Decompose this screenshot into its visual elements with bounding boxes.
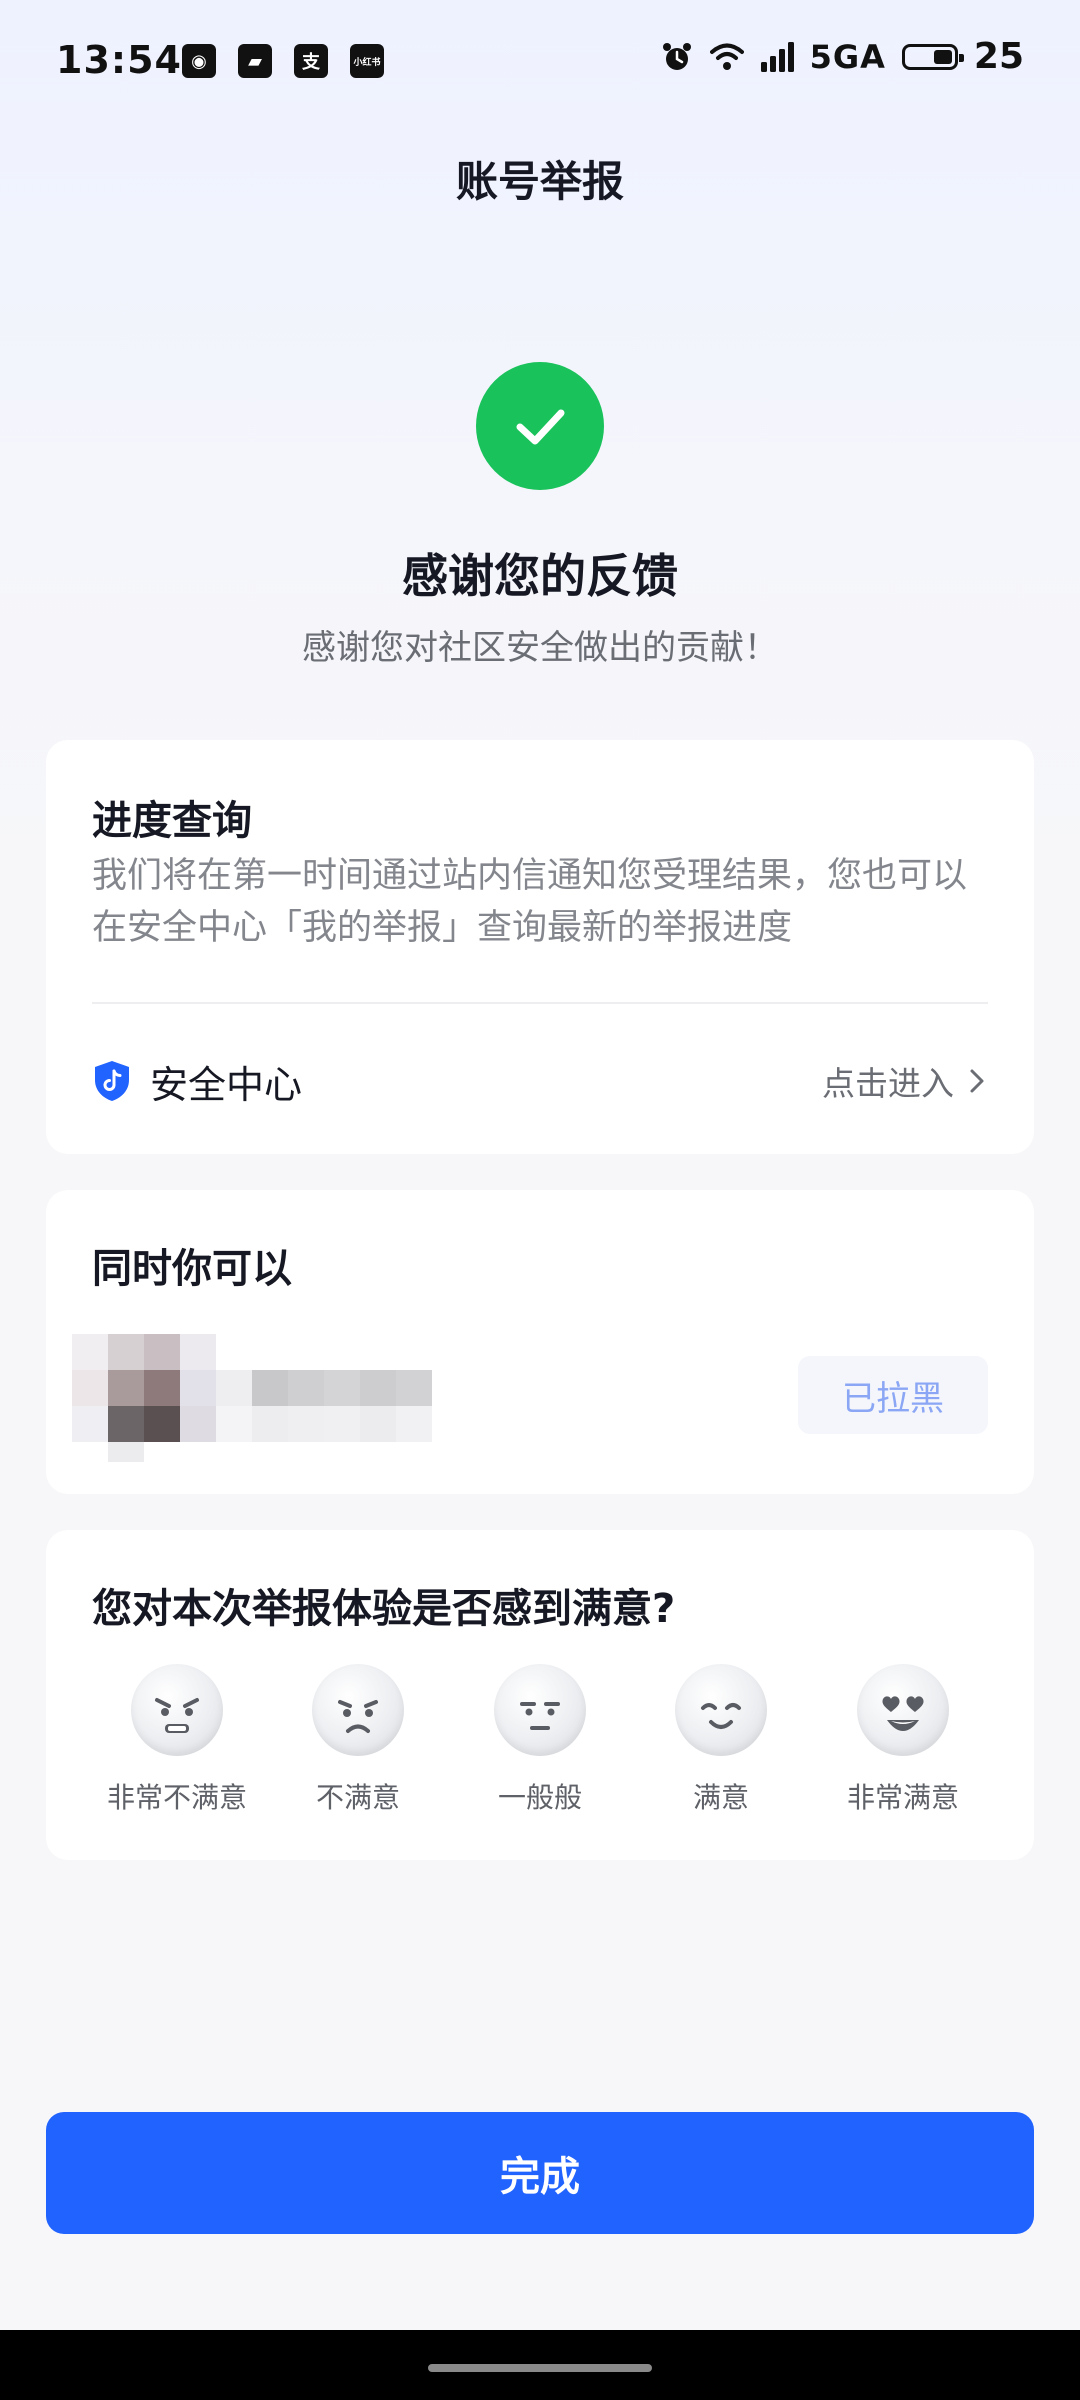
gallery-icon: ▰	[238, 44, 272, 78]
blocked-button[interactable]: 已拉黑	[798, 1356, 988, 1434]
rating-label: 满意	[692, 1781, 749, 1814]
smile-face-icon	[675, 1664, 767, 1756]
rating-dissatisfied[interactable]: 不满意	[268, 1664, 448, 1816]
progress-card-title: 进度查询	[92, 798, 252, 844]
done-button[interactable]: 完成	[46, 2112, 1034, 2234]
neutral-face-icon	[494, 1664, 586, 1756]
rating-card-title: 您对本次举报体验是否感到满意?	[92, 1586, 676, 1632]
rating-options: 非常不满意 不满意 一般般 满意 非常满意	[46, 1664, 1034, 1824]
rating-neutral[interactable]: 一般般	[450, 1664, 630, 1816]
rating-satisfied[interactable]: 满意	[631, 1664, 811, 1816]
security-center-row[interactable]: 安全中心 点击进入	[92, 1026, 988, 1136]
blurred-user-info	[72, 1334, 442, 1464]
frown-face-icon	[312, 1664, 404, 1756]
rating-label: 不满意	[315, 1781, 400, 1814]
system-nav-bar	[0, 2330, 1080, 2400]
alipay-icon: 支	[294, 44, 328, 78]
page-title: 账号举报	[455, 157, 624, 206]
xiaohongshu-icon: 小红书	[350, 44, 384, 78]
enter-link[interactable]: 点击进入	[822, 1057, 988, 1105]
success-title: 感谢您的反馈	[402, 549, 678, 603]
rating-card: 您对本次举报体验是否感到满意? 非常不满意 不满意 一般般 满意 非常满意	[46, 1530, 1034, 1860]
success-check-icon	[476, 362, 604, 490]
progress-description: 我们将在第一时间通过站内信通知您受理结果，您也可以在安全中心「我的举报」查询最新…	[92, 856, 968, 948]
rating-label: 非常满意	[846, 1781, 959, 1814]
enter-label: 点击进入	[822, 1064, 954, 1103]
alarm-icon	[662, 42, 691, 70]
also-card-title: 同时你可以	[92, 1246, 292, 1292]
network-label: 5GA	[809, 37, 886, 76]
security-center-label: 安全中心	[150, 1062, 303, 1107]
battery-level: 25	[973, 36, 1024, 77]
heart-eyes-face-icon	[857, 1664, 949, 1756]
chevron-right-icon	[970, 1069, 984, 1093]
home-indicator[interactable]	[428, 2364, 652, 2372]
notification-icons: ◉ ▰ 支 小红书	[182, 44, 384, 78]
rating-very-satisfied[interactable]: 非常满意	[813, 1664, 993, 1816]
angry-face-icon	[131, 1664, 223, 1756]
signal-icon	[760, 41, 794, 72]
wifi-icon	[709, 43, 744, 70]
status-time: 13:54	[56, 38, 182, 82]
rating-label: 非常不满意	[106, 1781, 247, 1814]
rating-label: 一般般	[497, 1781, 582, 1814]
status-right: 5GA 25	[660, 36, 1024, 77]
weibo-icon: ◉	[182, 44, 216, 78]
also-card: 同时你可以 已拉黑	[46, 1190, 1034, 1494]
status-bar: 13:54 ◉ ▰ 支 小红书 5GA 25	[0, 0, 1080, 126]
shield-icon	[95, 1061, 129, 1101]
progress-card: 进度查询 我们将在第一时间通过站内信通知您受理结果，您也可以在安全中心「我的举报…	[46, 740, 1034, 1154]
divider	[92, 1002, 988, 1004]
battery-icon	[901, 43, 964, 70]
success-subtitle: 感谢您对社区安全做出的贡献！	[302, 628, 778, 668]
rating-very-dissatisfied[interactable]: 非常不满意	[87, 1664, 267, 1816]
